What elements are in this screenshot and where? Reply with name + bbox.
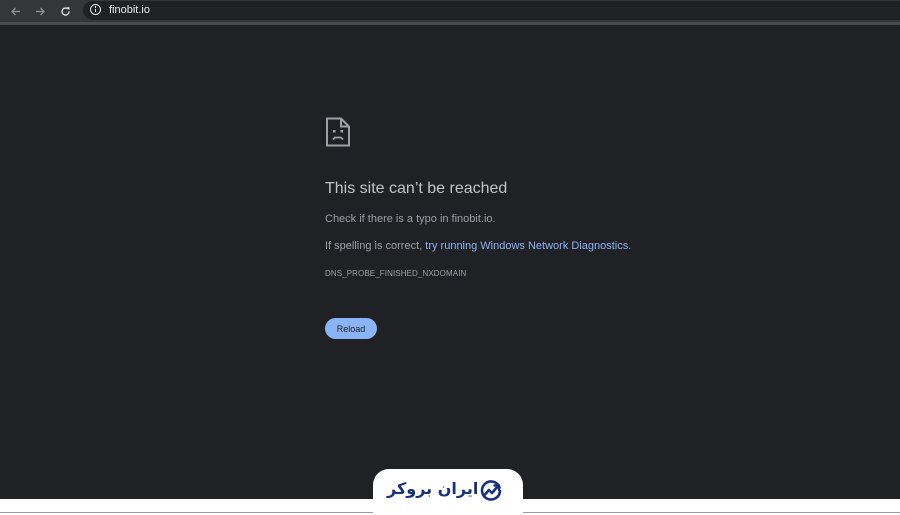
- diagnostics-hint: If spelling is correct, try running Wind…: [325, 240, 631, 252]
- error-code: DNS_PROBE_FINISHED_NXDOMAIN: [325, 269, 467, 278]
- browser-toolbar: finobit.io: [0, 0, 900, 22]
- diagnostics-prefix: If spelling is correct,: [325, 240, 426, 252]
- watermark-logo: ایران بروکر: [373, 469, 523, 515]
- error-title: This site can’t be reached: [325, 180, 508, 197]
- network-diagnostics-link[interactable]: try running Windows Network Diagnostics: [425, 240, 628, 252]
- chart-trend-logo-icon: [480, 480, 502, 501]
- address-bar[interactable]: finobit.io: [83, 1, 900, 20]
- typo-hint: Check if there is a typo in finobit.io.: [325, 213, 496, 225]
- diagnostics-suffix: .: [628, 240, 632, 252]
- reload-icon[interactable]: [56, 2, 74, 20]
- watermark-text: ایران بروکر: [387, 479, 479, 498]
- forward-arrow-icon[interactable]: [31, 2, 49, 20]
- back-arrow-icon[interactable]: [6, 2, 24, 20]
- url-text[interactable]: finobit.io: [109, 3, 150, 18]
- error-page: [0, 25, 900, 499]
- reload-button[interactable]: Reload: [325, 318, 377, 339]
- info-icon[interactable]: [90, 4, 101, 15]
- sad-page-icon: [326, 117, 350, 147]
